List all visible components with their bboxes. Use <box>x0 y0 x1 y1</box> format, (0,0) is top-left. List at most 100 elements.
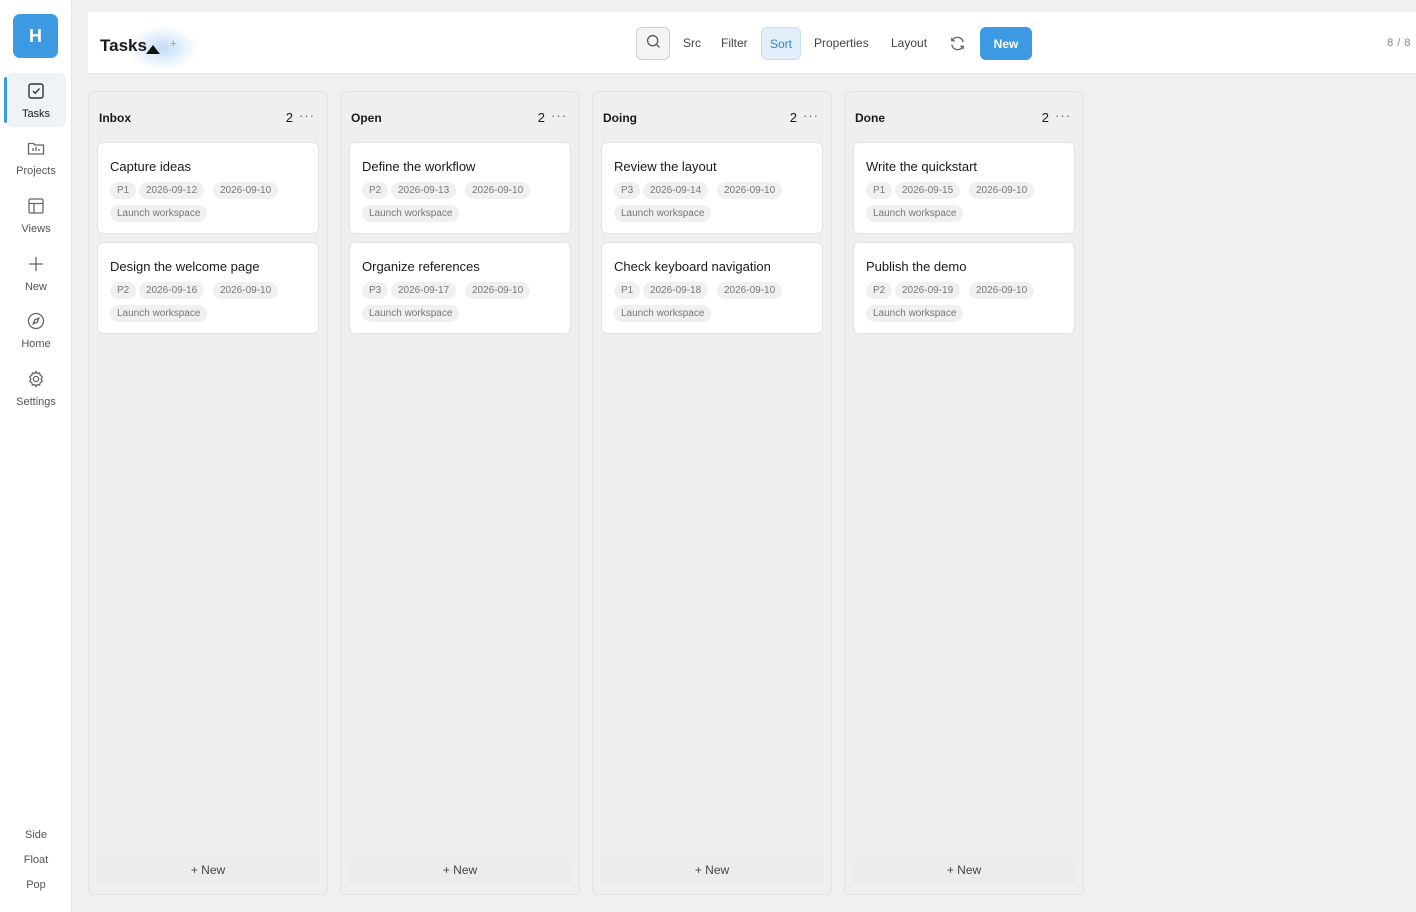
refresh-button[interactable] <box>948 34 967 58</box>
column-title: Inbox <box>99 111 131 125</box>
priority-chip: P2 <box>362 182 389 199</box>
column-new-button[interactable]: + New <box>97 855 319 885</box>
sidebar-item-views[interactable]: Views <box>6 188 66 242</box>
priority-chip: P1 <box>110 182 137 199</box>
date-chip: 2026-09-18 <box>643 282 709 299</box>
project-chip: Launch workspace <box>110 205 208 222</box>
task-card[interactable]: Define the workflow P2 2026-09-13 2026-0… <box>349 142 571 234</box>
priority-chip: P2 <box>866 282 893 299</box>
date-chip: 2026-09-14 <box>643 182 709 199</box>
column-more-button[interactable]: ··· <box>1055 108 1071 123</box>
column-count: 2 <box>285 110 293 125</box>
checkbox-icon <box>26 81 46 108</box>
task-count: 8 / 8 <box>1387 37 1411 49</box>
sidebar-item-label: Settings <box>16 395 56 408</box>
refresh-icon <box>948 36 967 57</box>
column-open: Open 2 ··· Define the workflow P2 2026-0… <box>340 91 580 895</box>
card-title: Organize references <box>362 259 480 274</box>
sidebar-item-new[interactable]: New <box>6 246 66 300</box>
page-title[interactable]: Tasks <box>100 36 147 56</box>
search-icon <box>645 33 662 55</box>
sidebar-item-settings[interactable]: Settings <box>6 361 66 415</box>
card-title: Publish the demo <box>866 259 967 274</box>
app: H Tasks Projects Views New Home Settings… <box>0 0 1416 912</box>
date-chip: 2026-09-10 <box>465 182 531 199</box>
card-title: Review the layout <box>614 159 717 174</box>
plus-icon <box>26 254 46 281</box>
mode-side[interactable]: Side <box>0 829 72 841</box>
new-task-button[interactable]: New <box>980 27 1032 60</box>
sidebar-item-tasks[interactable]: Tasks <box>4 73 66 127</box>
column-more-button[interactable]: ··· <box>299 108 315 123</box>
date-chip: 2026-09-10 <box>717 282 783 299</box>
date-chip: 2026-09-10 <box>969 182 1035 199</box>
column-more-button[interactable]: ··· <box>803 108 819 123</box>
project-chip: Launch workspace <box>362 205 460 222</box>
workspace-avatar[interactable]: H <box>13 14 58 58</box>
header: Tasks + Src Filter Sort Properties Layou… <box>88 12 1416 74</box>
date-chip: 2026-09-10 <box>213 182 279 199</box>
layout-button[interactable]: Layout <box>891 36 927 50</box>
date-chip: 2026-09-10 <box>465 282 531 299</box>
priority-chip: P1 <box>614 282 641 299</box>
column-done: Done 2 ··· Write the quickstart P1 2026-… <box>844 91 1084 895</box>
project-chip: Launch workspace <box>866 305 964 322</box>
card-title: Write the quickstart <box>866 159 978 174</box>
column-new-button[interactable]: + New <box>601 855 823 885</box>
project-chip: Launch workspace <box>866 205 964 222</box>
column-new-button[interactable]: + New <box>853 855 1075 885</box>
properties-button[interactable]: Properties <box>814 36 869 50</box>
date-chip: 2026-09-19 <box>895 282 961 299</box>
date-chip: 2026-09-16 <box>139 282 205 299</box>
date-chip: 2026-09-10 <box>213 282 279 299</box>
task-card[interactable]: Check keyboard navigation P1 2026-09-18 … <box>601 242 823 334</box>
column-title: Open <box>351 111 382 125</box>
src-button[interactable]: Src <box>683 36 701 50</box>
sidebar-item-home[interactable]: Home <box>6 303 66 357</box>
card-title: Check keyboard navigation <box>614 259 771 274</box>
filter-button[interactable]: Filter <box>721 36 748 50</box>
task-card[interactable]: Write the quickstart P1 2026-09-15 2026-… <box>853 142 1075 234</box>
date-chip: 2026-09-17 <box>391 282 457 299</box>
task-card[interactable]: Design the welcome page P2 2026-09-16 20… <box>97 242 319 334</box>
column-more-button[interactable]: ··· <box>551 108 567 123</box>
column-inbox: Inbox 2 ··· Capture ideas P1 2026-09-12 … <box>88 91 328 895</box>
sidebar: H Tasks Projects Views New Home Settings… <box>0 0 72 912</box>
sidebar-item-label: Tasks <box>21 107 51 120</box>
column-count: 2 <box>537 110 545 125</box>
card-title: Define the workflow <box>362 159 476 174</box>
date-chip: 2026-09-10 <box>969 282 1035 299</box>
task-card[interactable]: Capture ideas P1 2026-09-12 2026-09-10 L… <box>97 142 319 234</box>
project-chip: Launch workspace <box>110 305 208 322</box>
column-count: 2 <box>789 110 797 125</box>
search-button[interactable] <box>636 27 670 60</box>
date-chip: 2026-09-13 <box>391 182 457 199</box>
project-chip: Launch workspace <box>614 205 712 222</box>
add-view-button[interactable]: + <box>170 38 176 50</box>
mode-pop[interactable]: Pop <box>0 879 72 891</box>
sidebar-item-label: Projects <box>16 164 56 177</box>
task-card[interactable]: Organize references P3 2026-09-17 2026-0… <box>349 242 571 334</box>
gear-icon <box>26 369 46 396</box>
sidebar-item-label: New <box>24 280 47 293</box>
column-new-button[interactable]: + New <box>349 855 571 885</box>
column-doing: Doing 2 ··· Review the layout P3 2026-09… <box>592 91 832 895</box>
task-card[interactable]: Review the layout P3 2026-09-14 2026-09-… <box>601 142 823 234</box>
sidebar-item-label: Home <box>21 337 51 350</box>
card-title: Design the welcome page <box>110 259 260 274</box>
priority-chip: P1 <box>866 182 893 199</box>
date-chip: 2026-09-10 <box>717 182 783 199</box>
project-chip: Launch workspace <box>362 305 460 322</box>
sidebar-item-label: Views <box>21 222 51 235</box>
sort-button[interactable]: Sort <box>761 27 801 60</box>
project-chip: Launch workspace <box>614 305 712 322</box>
mode-float[interactable]: Float <box>0 854 72 866</box>
compass-icon <box>26 311 46 338</box>
priority-chip: P2 <box>110 282 137 299</box>
card-title: Capture ideas <box>110 159 191 174</box>
sidebar-item-projects[interactable]: Projects <box>6 130 66 184</box>
date-chip: 2026-09-12 <box>139 182 205 199</box>
task-card[interactable]: Publish the demo P2 2026-09-19 2026-09-1… <box>853 242 1075 334</box>
priority-chip: P3 <box>362 282 389 299</box>
mouse-cursor-icon <box>146 45 160 54</box>
